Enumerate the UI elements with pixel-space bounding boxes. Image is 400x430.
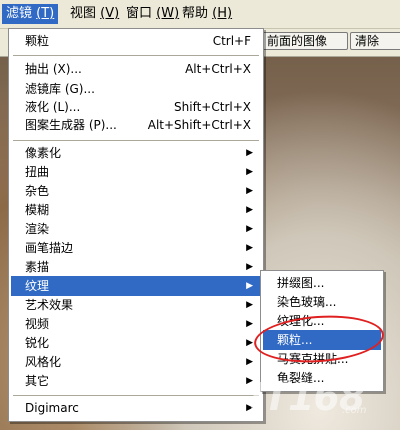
submenu-arrow-icon: ▶ <box>246 300 253 310</box>
menu-item-extract[interactable]: 抽出 (X)... Alt+Ctrl+X <box>11 59 261 79</box>
submenu-arrow-icon: ▶ <box>246 148 253 158</box>
clear-button[interactable]: 清除 <box>350 32 400 50</box>
menu-item-sketch[interactable]: 素描 ▶ <box>11 257 261 277</box>
menu-item-shortcut: Alt+Ctrl+X <box>185 62 251 76</box>
menu-item-texture[interactable]: 纹理 ▶ <box>11 276 261 296</box>
menu-item-brush-strokes[interactable]: 画笔描边 ▶ <box>11 238 261 258</box>
menu-item-label: 艺术效果 <box>25 298 74 312</box>
menu-item-label: 其它 <box>25 374 50 388</box>
menu-item-video[interactable]: 视频 ▶ <box>11 314 261 334</box>
submenu-arrow-icon: ▶ <box>246 262 253 272</box>
menu-item-other[interactable]: 其它 ▶ <box>11 371 261 391</box>
submenu-arrow-icon: ▶ <box>246 186 253 196</box>
submenu-arrow-icon: ▶ <box>246 403 253 413</box>
menu-window[interactable]: 窗口 (W) <box>122 4 183 24</box>
menu-item-distort[interactable]: 扭曲 ▶ <box>11 162 261 182</box>
menu-item-label: 液化 (L)... <box>25 100 81 114</box>
menu-separator <box>13 395 259 396</box>
submenu-arrow-icon: ▶ <box>246 281 253 291</box>
menu-item-label: 模糊 <box>25 203 50 217</box>
menu-item-shortcut: Alt+Shift+Ctrl+X <box>147 118 251 132</box>
menu-item-pixelate[interactable]: 像素化 ▶ <box>11 143 261 163</box>
menu-help-mnemonic: (H) <box>212 6 233 21</box>
menu-item-label: 扭曲 <box>25 165 50 179</box>
menu-filter[interactable]: 滤镜 (T) <box>2 4 59 24</box>
menu-item-pattern-maker[interactable]: 图案生成器 (P)... Alt+Shift+Ctrl+X <box>11 115 261 135</box>
menu-item-label: 马赛克拼贴... <box>277 352 349 366</box>
menu-item-digimarc[interactable]: Digimarc ▶ <box>11 398 261 418</box>
menu-help-label: 帮助 <box>182 6 209 21</box>
menu-view-mnemonic: (V) <box>100 6 120 21</box>
submenu-arrow-icon: ▶ <box>246 376 253 386</box>
menu-item-label: 渲染 <box>25 222 50 236</box>
menu-item-sharpen[interactable]: 锐化 ▶ <box>11 333 261 353</box>
menu-item-last-filter[interactable]: 颗粒 Ctrl+F <box>11 31 261 51</box>
submenu-arrow-icon: ▶ <box>246 357 253 367</box>
menu-item-liquify[interactable]: 液化 (L)... Shift+Ctrl+X <box>11 97 261 117</box>
menu-item-label: Digimarc <box>25 401 79 415</box>
menu-item-label: 滤镜库 (G)... <box>25 82 95 96</box>
menu-item-shortcut: Ctrl+F <box>212 34 251 48</box>
menu-item-label: 颗粒... <box>277 333 313 347</box>
menu-separator <box>13 55 259 56</box>
submenu-arrow-icon: ▶ <box>246 243 253 253</box>
submenu-arrow-icon: ▶ <box>246 167 253 177</box>
submenu-item-stained-glass[interactable]: 染色玻璃... <box>263 292 381 312</box>
menu-item-label: 像素化 <box>25 146 62 160</box>
submenu-item-texturizer[interactable]: 纹理化... <box>263 311 381 331</box>
menu-item-label: 图案生成器 (P)... <box>25 118 117 132</box>
menu-window-mnemonic: (W) <box>156 6 180 21</box>
menu-item-label: 视频 <box>25 317 50 331</box>
menu-item-blur[interactable]: 模糊 ▶ <box>11 200 261 220</box>
submenu-arrow-icon: ▶ <box>246 205 253 215</box>
menu-separator <box>13 140 259 141</box>
submenu-item-patchwork[interactable]: 拼缀图... <box>263 273 381 293</box>
menu-item-noise[interactable]: 杂色 ▶ <box>11 181 261 201</box>
texture-submenu: 拼缀图... 染色玻璃... 纹理化... 颗粒... 马赛克拼贴... 龟裂缝… <box>260 270 384 392</box>
menu-item-label: 抽出 (X)... <box>25 62 82 76</box>
filter-menu: 颗粒 Ctrl+F 抽出 (X)... Alt+Ctrl+X 滤镜库 (G)..… <box>8 28 264 422</box>
menu-item-label: 素描 <box>25 260 50 274</box>
submenu-item-grain[interactable]: 颗粒... <box>263 330 381 350</box>
menu-item-label: 画笔描边 <box>25 241 74 255</box>
menu-item-filter-gallery[interactable]: 滤镜库 (G)... <box>11 79 261 99</box>
submenu-arrow-icon: ▶ <box>246 224 253 234</box>
submenu-item-craquelure[interactable]: 龟裂缝... <box>263 368 381 388</box>
submenu-arrow-icon: ▶ <box>246 319 253 329</box>
menu-item-render[interactable]: 渲染 ▶ <box>11 219 261 239</box>
menu-item-label: 拼缀图... <box>277 276 325 290</box>
menu-help[interactable]: 帮助 (H) <box>178 4 236 24</box>
menu-item-label: 纹理 <box>25 279 50 293</box>
menu-view-label: 视图 <box>70 6 97 21</box>
menu-filter-mnemonic: (T) <box>36 6 55 21</box>
menu-item-label: 杂色 <box>25 184 50 198</box>
front-image-button[interactable]: 前面的图像 <box>262 32 348 50</box>
menu-window-label: 窗口 <box>126 6 153 21</box>
menu-item-stylize[interactable]: 风格化 ▶ <box>11 352 261 372</box>
submenu-item-mosaic-tiles[interactable]: 马赛克拼贴... <box>263 349 381 369</box>
menubar: 滤镜 (T) 视图 (V) 窗口 (W) 帮助 (H) <box>0 0 400 29</box>
menu-item-shortcut: Shift+Ctrl+X <box>174 100 251 114</box>
menu-filter-label: 滤镜 <box>6 6 33 21</box>
menu-item-label: 染色玻璃... <box>277 295 337 309</box>
menu-item-artistic[interactable]: 艺术效果 ▶ <box>11 295 261 315</box>
menu-item-label: 锐化 <box>25 336 50 350</box>
menu-item-label: 龟裂缝... <box>277 371 325 385</box>
menu-item-label: 风格化 <box>25 355 62 369</box>
menu-item-label: 颗粒 <box>25 34 50 48</box>
menu-view[interactable]: 视图 (V) <box>66 4 123 24</box>
submenu-arrow-icon: ▶ <box>246 338 253 348</box>
menu-item-label: 纹理化... <box>277 314 325 328</box>
